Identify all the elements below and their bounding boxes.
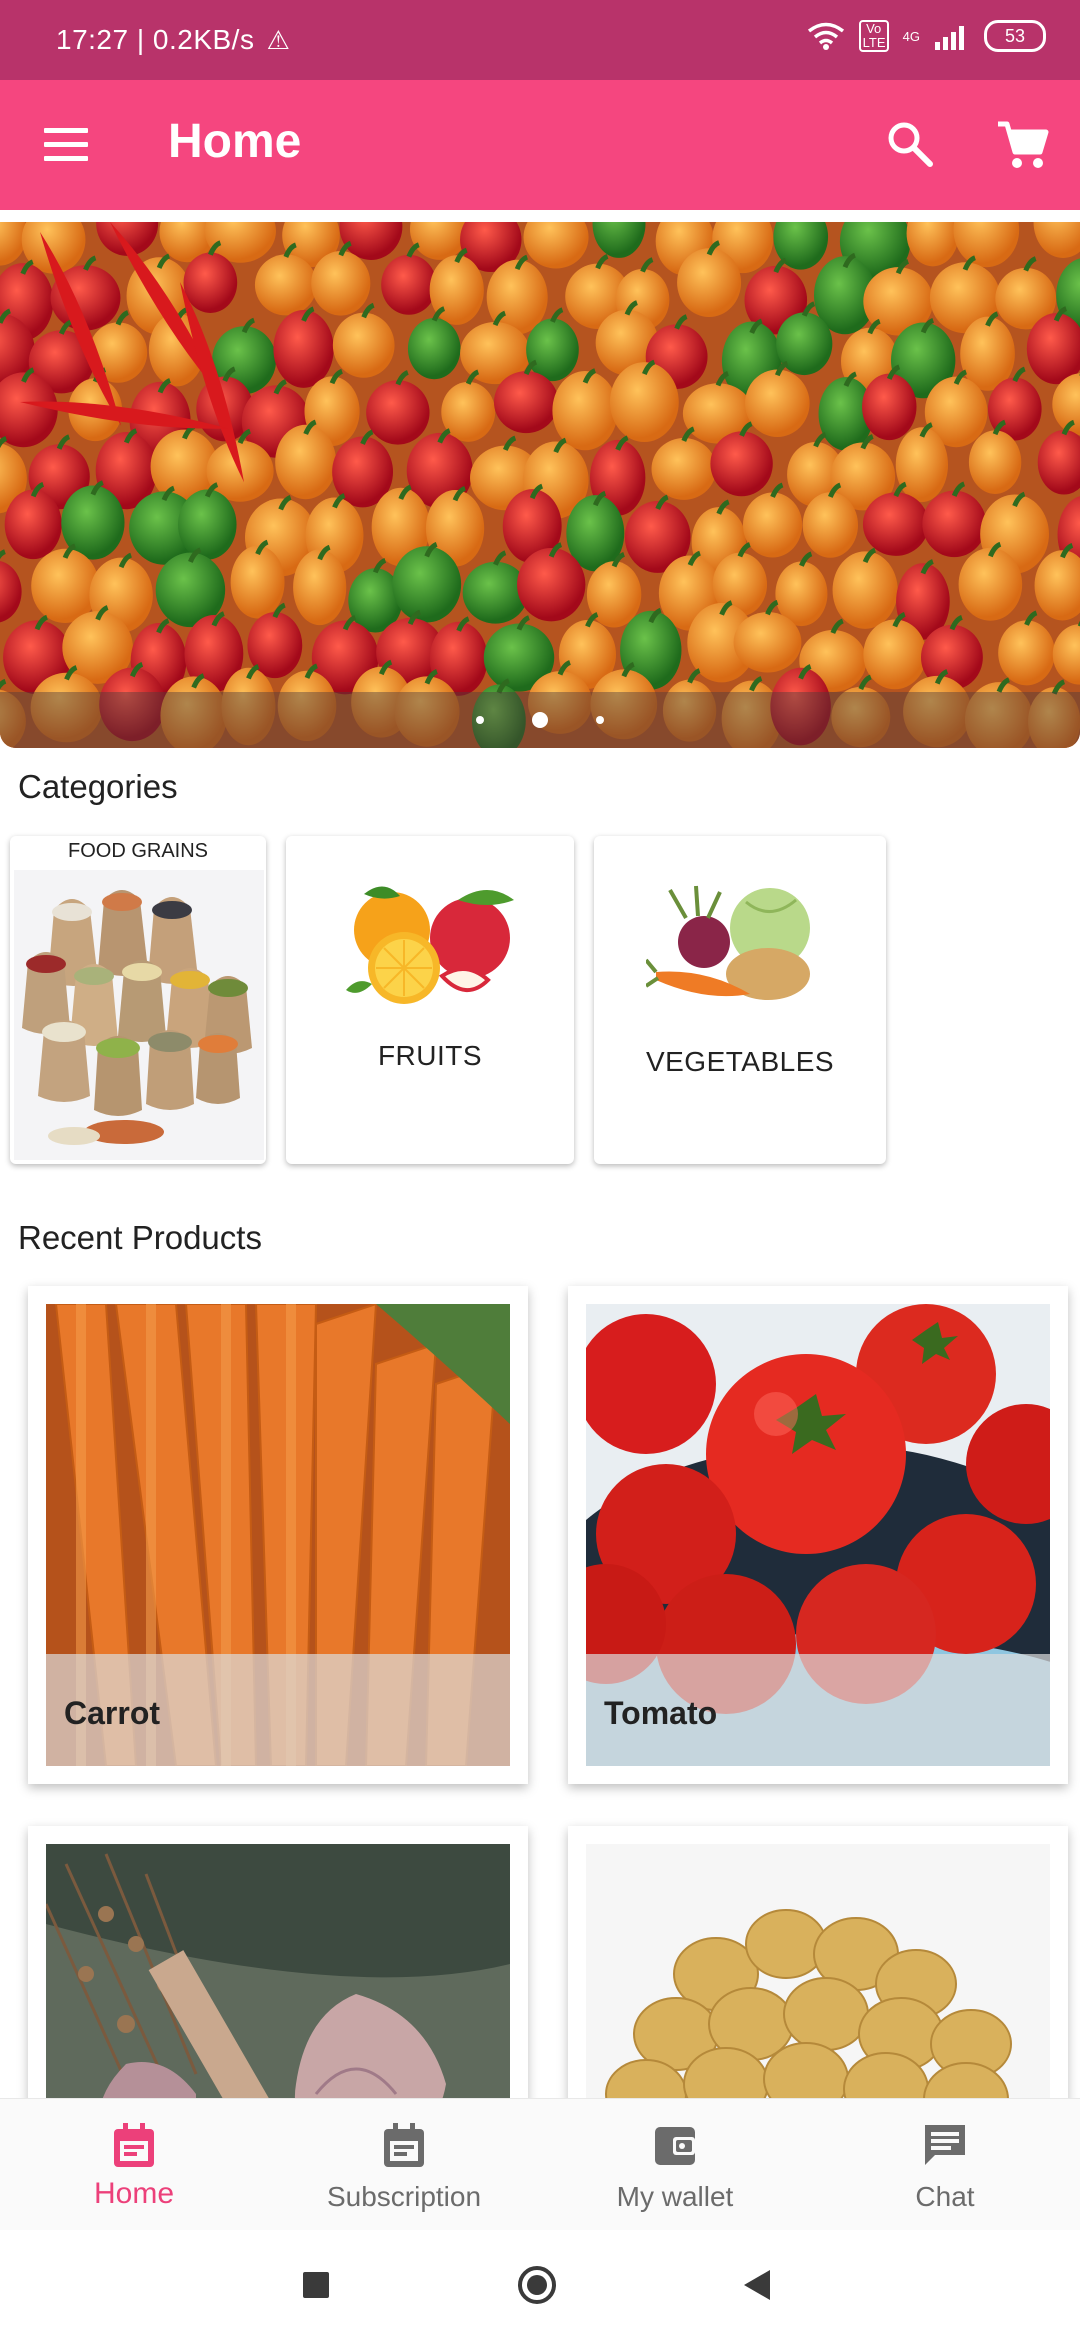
pepper [677,248,742,317]
pepper [862,373,917,441]
pepper [862,492,929,556]
calendar-icon [114,2123,154,2167]
pepper [968,430,1022,494]
pepper [895,427,949,503]
pepper [183,252,238,313]
pepper [392,546,462,623]
category-fruits[interactable]: FRUITS [286,836,574,1164]
pepper [493,371,559,434]
nav-label: Chat [915,2181,975,2212]
chat-icon [925,2125,965,2165]
wallet-icon [655,2127,695,2165]
pepper [745,369,810,437]
search-icon[interactable] [884,118,936,170]
pepper [958,547,1023,621]
pepper [381,254,437,315]
pepper [609,362,679,443]
nav-label: Subscription [326,2181,482,2212]
warning-icon: ⚠ [266,25,291,55]
nav-label: Home [93,2177,175,2210]
pepper [366,380,430,445]
recent-products-heading: Recent Products [18,1219,262,1256]
bottom-navigation: Home Subscription My wallet Chat [0,2098,1080,2231]
page-title: Home [168,115,302,168]
carousel-indicator [0,692,1080,748]
pepper [332,312,395,378]
nav-my-wallet[interactable]: My wallet [575,2099,775,2231]
nav-subscription[interactable]: Subscription [304,2099,504,2231]
fruits-image [346,886,514,1004]
nav-chat[interactable]: Chat [845,2099,1045,2231]
pepper [254,254,317,316]
status-icons: Vo LTE 4G 53 [807,20,1046,52]
nav-label: My wallet [616,2181,734,2212]
pepper [311,250,371,316]
home-button[interactable] [518,2266,556,2304]
pepper [863,619,927,690]
app-bar: Home [0,80,1080,210]
vegetables-image [646,885,810,1000]
pepper [832,551,898,629]
volte-icon: Vo LTE [858,20,889,52]
cart-icon[interactable] [994,116,1050,172]
back-button[interactable] [744,2270,770,2300]
category-label: FOOD GRAINS [67,840,208,862]
signal-icon [935,26,964,50]
category-vegetables[interactable]: VEGETABLES [594,836,886,1164]
product-name: Carrot [64,1695,161,1731]
category-label: FRUITS [377,1040,483,1071]
battery-level: 53 [1004,25,1026,46]
pepper [178,489,237,560]
product-name: Tomato [604,1695,718,1731]
pepper [998,620,1055,686]
carousel-dot[interactable] [596,716,604,724]
pepper [802,492,859,558]
product-caption-overlay: Tomato [586,1654,1050,1766]
calendar-icon [384,2123,424,2167]
battery-indicator: 53 [984,20,1046,52]
pepper [710,431,773,497]
pepper [31,548,99,624]
network-type-label: 4G [902,28,920,44]
status-time-text: 17:27 | 0.2KB/s [56,24,255,55]
product-card-tomato[interactable]: Tomato [568,1286,1068,1784]
pepper [922,490,987,558]
pepper [742,492,803,558]
pepper [275,424,337,500]
food-grains-image [14,870,264,1160]
product-image-tomato: Tomato [586,1304,1050,1766]
carousel-dot[interactable] [476,716,484,724]
category-food-grains[interactable]: FOOD GRAINS [10,836,266,1164]
pepper [4,489,62,560]
product-caption-overlay: Carrot [46,1654,510,1766]
pepper [552,371,618,451]
carousel-dot-active[interactable] [532,712,548,728]
banner-carousel[interactable] [0,222,1080,748]
pepper [230,545,285,619]
menu-icon[interactable] [44,128,88,162]
categories-heading: Categories [18,768,178,805]
pepper [273,309,334,388]
recent-apps-button[interactable] [303,2272,329,2298]
system-navigation-bar [0,2230,1080,2340]
pepper [733,612,802,673]
nav-home[interactable]: Home [34,2099,234,2231]
product-card-carrot[interactable]: Carrot [28,1286,528,1784]
banner-image-peppers [0,222,1080,748]
pepper [526,318,579,382]
pepper [517,547,586,622]
pepper [407,318,461,380]
category-label: VEGETABLES [645,1046,835,1077]
pepper [651,437,717,500]
product-image-carrot: Carrot [46,1304,510,1766]
status-time: 17:27 | 0.2KB/s ⚠ [56,24,290,56]
wifi-icon [807,22,844,50]
status-bar: 17:27 | 0.2KB/s ⚠ Vo LTE 4G 53 [0,0,1080,80]
pepper [293,549,347,626]
